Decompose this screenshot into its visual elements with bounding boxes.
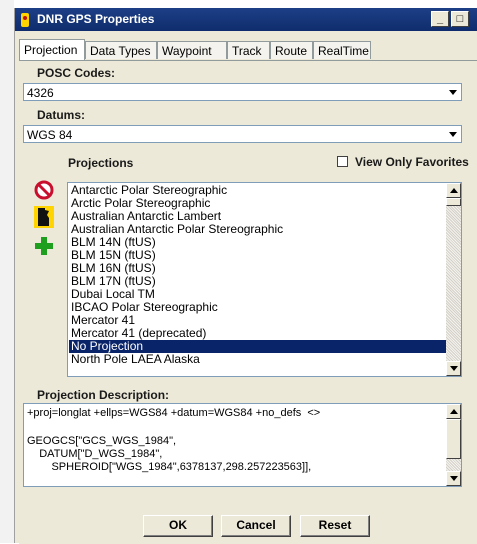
tab-data-types[interactable]: Data Types: [85, 41, 157, 59]
tab-track[interactable]: Track: [227, 41, 270, 59]
title-bar[interactable]: DNR GPS Properties _ □: [15, 8, 477, 31]
projection-description-label: Projection Description:: [37, 388, 170, 402]
posc-codes-combo[interactable]: 4326: [23, 83, 462, 101]
background-window-edge: [0, 0, 15, 543]
window-title: DNR GPS Properties: [37, 12, 155, 26]
no-entry-icon[interactable]: [33, 179, 55, 201]
background-window-top: [14, 0, 477, 8]
description-line: DATUM["D_WGS_1984",: [27, 448, 163, 460]
tab-projection[interactable]: Projection: [19, 39, 85, 61]
add-icon[interactable]: [33, 235, 55, 257]
description-line: +proj=longlat +ellps=WGS84 +datum=WGS84 …: [27, 407, 321, 419]
description-line: SPHEROID["WGS_1984",6378137,298.25722356…: [27, 461, 312, 473]
scroll-thumb[interactable]: [446, 419, 461, 459]
projection-description-textbox[interactable]: +proj=longlat +ellps=WGS84 +datum=WGS84 …: [23, 403, 462, 487]
tab-waypoint[interactable]: Waypoint: [157, 41, 227, 59]
reset-button[interactable]: Reset: [300, 515, 370, 537]
posc-codes-value: 4326: [27, 86, 54, 100]
chevron-down-icon[interactable]: [446, 85, 460, 99]
description-line: GEOGCS["GCS_WGS_1984",: [27, 435, 177, 447]
app-icon: [21, 13, 29, 27]
list-item[interactable]: North Pole LAEA Alaska: [69, 353, 448, 366]
datums-combo[interactable]: WGS 84: [23, 125, 462, 143]
description-scrollbar[interactable]: [446, 404, 461, 486]
datums-value: WGS 84: [27, 128, 73, 142]
maximize-button[interactable]: □: [451, 11, 469, 27]
posc-codes-label: POSC Codes:: [37, 66, 116, 80]
cancel-button[interactable]: Cancel: [221, 515, 291, 537]
tab-route[interactable]: Route: [270, 41, 313, 59]
view-only-favorites-checkbox[interactable]: [337, 156, 348, 167]
tab-realtime[interactable]: RealTime: [313, 41, 371, 59]
minnesota-state-icon[interactable]: [33, 206, 55, 228]
scroll-down-button[interactable]: [446, 471, 461, 486]
scroll-down-button[interactable]: [446, 361, 461, 376]
minimize-button[interactable]: _: [431, 11, 449, 27]
scroll-up-button[interactable]: [446, 404, 461, 419]
view-only-favorites-label: View Only Favorites: [355, 155, 469, 169]
scroll-up-button[interactable]: [446, 183, 461, 198]
projections-label: Projections: [68, 156, 134, 170]
projections-listbox[interactable]: Antarctic Polar Stereographic Arctic Pol…: [67, 182, 462, 377]
scroll-thumb[interactable]: [446, 198, 461, 206]
chevron-down-icon[interactable]: [446, 127, 460, 141]
projections-scrollbar[interactable]: [446, 183, 461, 376]
ok-button[interactable]: OK: [143, 515, 213, 537]
datums-label: Datums:: [37, 108, 86, 122]
